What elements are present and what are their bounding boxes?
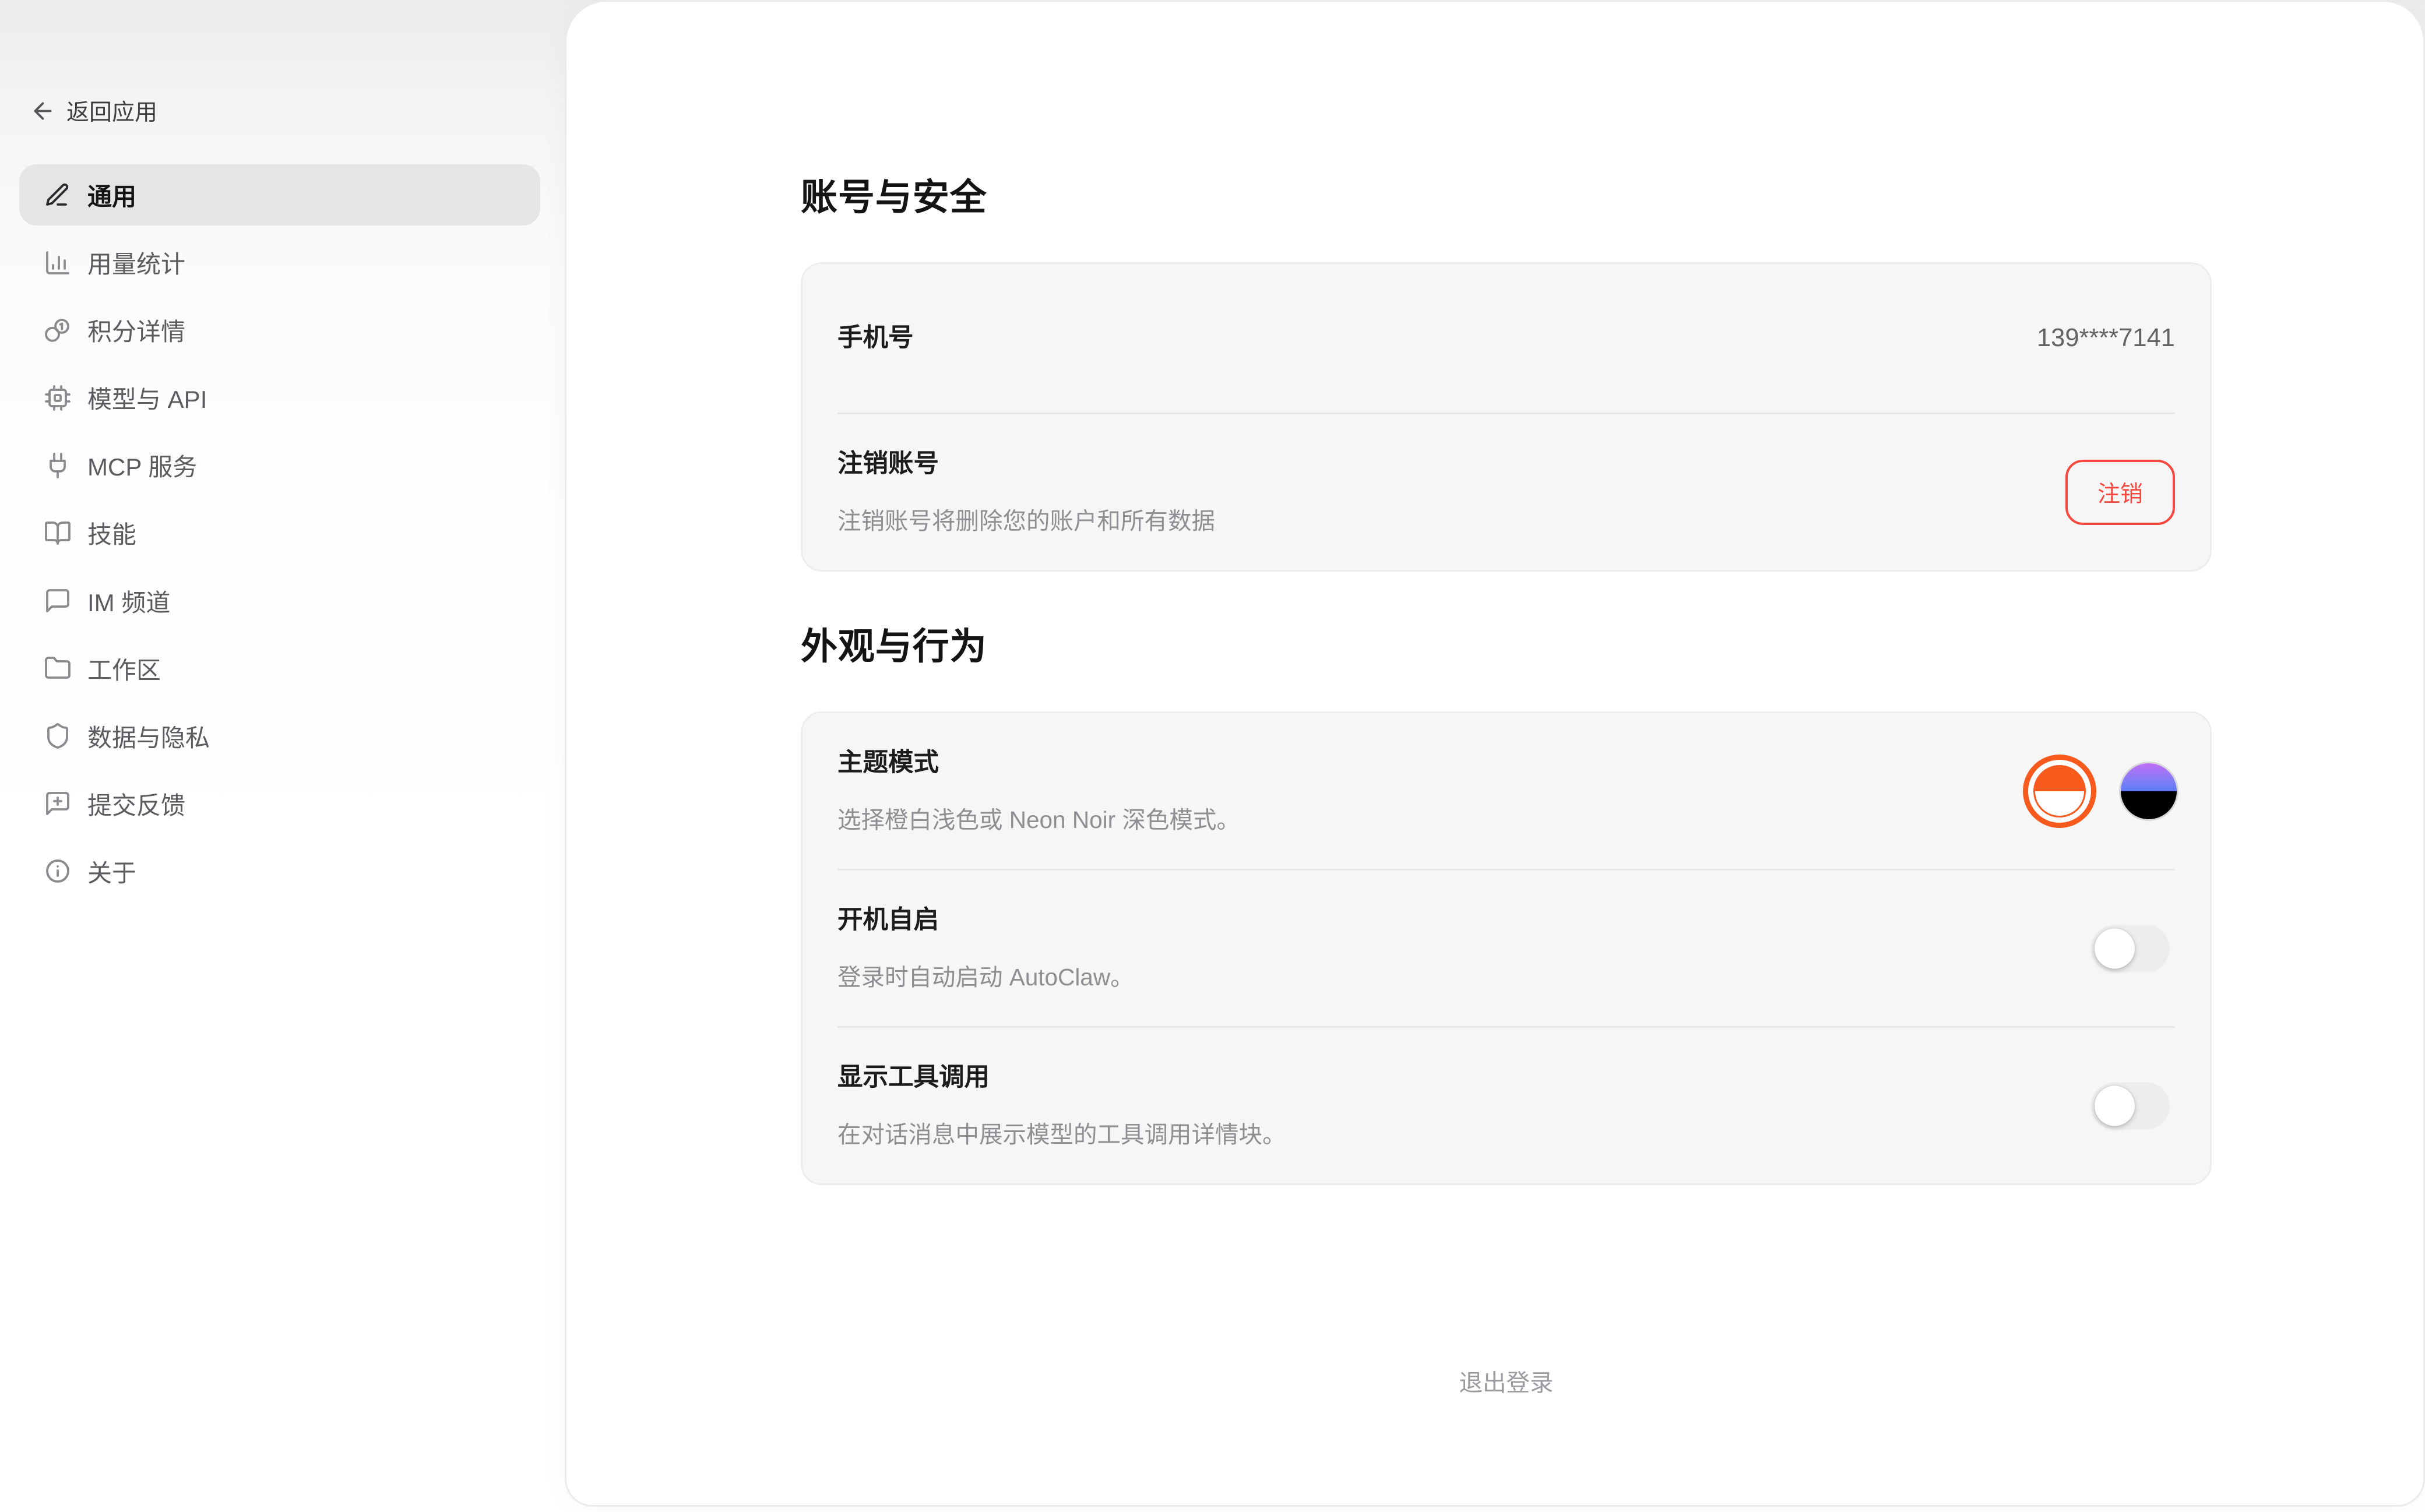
sidebar-item-label: 关于 — [87, 854, 136, 889]
shield-icon — [44, 722, 72, 750]
book-open-icon — [44, 519, 72, 547]
theme-swatches — [2023, 755, 2178, 828]
delete-account-row: 注销账号 注销账号将删除您的账户和所有数据 注销 — [837, 414, 2175, 570]
appearance-card: 主题模式 选择橙白浅色或 Neon Noir 深色模式。 开机自启 登录时自动启… — [801, 711, 2212, 1185]
sidebar-item-label: 提交反馈 — [87, 786, 185, 822]
footer: 退出登录 — [801, 1356, 2212, 1405]
show-tool-calls-description: 在对话消息中展示模型的工具调用详情块。 — [837, 1117, 2175, 1152]
info-icon — [44, 857, 72, 885]
sidebar-item-label: 模型与 API — [87, 380, 207, 415]
arrow-left-icon — [30, 98, 56, 124]
pencil-icon — [44, 181, 72, 209]
sidebar-item-label: 工作区 — [87, 651, 161, 686]
delete-account-button[interactable]: 注销 — [2065, 460, 2175, 525]
main-panel: 账号与安全 手机号 139****7141 注销账号 注销账号将删除您的账户和所… — [565, 0, 2425, 1507]
sidebar-item-credits[interactable]: 积分详情 — [19, 299, 540, 361]
sidebar-item-about[interactable]: 关于 — [19, 841, 540, 902]
sidebar-item-usage-stats[interactable]: 用量统计 — [19, 232, 540, 293]
sidebar-item-workspace[interactable]: 工作区 — [19, 638, 540, 699]
sidebar-item-im-channels[interactable]: IM 频道 — [19, 570, 540, 632]
show-tool-calls-toggle[interactable] — [2091, 1082, 2170, 1129]
sidebar: 返回应用 通用 用量统计 积分详情 — [0, 0, 565, 1512]
cpu-icon — [44, 384, 72, 412]
coins-icon — [44, 316, 72, 344]
sidebar-item-feedback[interactable]: 提交反馈 — [19, 773, 540, 834]
autostart-description: 登录时自动启动 AutoClaw。 — [837, 960, 2175, 995]
toggle-knob — [2095, 928, 2135, 968]
theme-mode-description: 选择橙白浅色或 Neon Noir 深色模式。 — [837, 802, 2175, 837]
back-button[interactable]: 返回应用 — [30, 94, 157, 127]
settings-page: 返回应用 通用 用量统计 积分详情 — [0, 0, 2425, 1512]
theme-mode-row: 主题模式 选择橙白浅色或 Neon Noir 深色模式。 — [837, 713, 2175, 869]
sidebar-item-mcp-services[interactable]: MCP 服务 — [19, 435, 540, 496]
theme-mode-label: 主题模式 — [837, 745, 2175, 781]
delete-account-description: 注销账号将删除您的账户和所有数据 — [837, 503, 2175, 538]
sidebar-item-label: 用量统计 — [87, 245, 185, 280]
sidebar-item-general[interactable]: 通用 — [19, 164, 540, 225]
delete-account-label: 注销账号 — [837, 446, 2175, 482]
section-title-appearance-behavior: 外观与行为 — [801, 621, 2212, 673]
sidebar-item-label: 数据与隐私 — [87, 718, 210, 754]
settings-content: 账号与安全 手机号 139****7141 注销账号 注销账号将删除您的账户和所… — [566, 2, 2423, 1405]
message-square-icon — [44, 587, 72, 615]
theme-light-button[interactable] — [2023, 755, 2096, 828]
sidebar-item-label: 积分详情 — [87, 312, 185, 348]
sidebar-item-label: 技能 — [87, 515, 136, 551]
sidebar-item-data-privacy[interactable]: 数据与隐私 — [19, 706, 540, 767]
chart-column-icon — [44, 249, 72, 277]
sidebar-item-label: 通用 — [87, 177, 136, 213]
phone-row: 手机号 139****7141 — [837, 264, 2175, 413]
phone-label: 手机号 — [837, 320, 914, 357]
sidebar-item-label: IM 频道 — [87, 583, 170, 619]
theme-neon-noir-button[interactable] — [2119, 762, 2178, 821]
back-label: 返回应用 — [66, 94, 157, 127]
show-tool-calls-row: 显示工具调用 在对话消息中展示模型的工具调用详情块。 — [837, 1028, 2175, 1183]
message-square-plus-icon — [44, 790, 72, 817]
sidebar-nav: 通用 用量统计 积分详情 模型与 API — [19, 164, 540, 902]
section-title-account-security: 账号与安全 — [801, 171, 2212, 224]
phone-value: 139****7141 — [2037, 324, 2175, 353]
sidebar-item-label: MCP 服务 — [87, 447, 197, 483]
show-tool-calls-label: 显示工具调用 — [837, 1059, 2175, 1096]
sidebar-item-skills[interactable]: 技能 — [19, 502, 540, 563]
plug-icon — [44, 452, 72, 480]
folder-icon — [44, 654, 72, 682]
account-card: 手机号 139****7141 注销账号 注销账号将删除您的账户和所有数据 注销 — [801, 262, 2212, 572]
theme-light-swatch — [2033, 765, 2086, 817]
autostart-toggle[interactable] — [2091, 925, 2170, 972]
sidebar-item-models-api[interactable]: 模型与 API — [19, 367, 540, 428]
autostart-label: 开机自启 — [837, 902, 2175, 939]
autostart-row: 开机自启 登录时自动启动 AutoClaw。 — [837, 870, 2175, 1026]
toggle-knob — [2095, 1085, 2135, 1126]
logout-button[interactable]: 退出登录 — [1442, 1356, 1571, 1405]
